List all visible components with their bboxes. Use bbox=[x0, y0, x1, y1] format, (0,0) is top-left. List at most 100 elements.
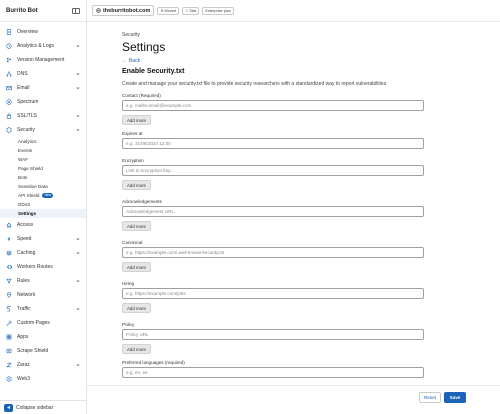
plan-chip[interactable]: Enterprise plan bbox=[202, 6, 234, 15]
sidebar-item-label: Analytics & Logs bbox=[17, 43, 54, 49]
collapse-icon bbox=[4, 403, 13, 412]
arrow-left-icon: ← bbox=[122, 58, 127, 64]
field-label: Hiring bbox=[122, 281, 134, 286]
account-name[interactable]: Burrito Bot bbox=[6, 8, 38, 14]
envelope-icon bbox=[6, 85, 12, 91]
sidebar-item-analytics-logs[interactable]: Analytics & Logs bbox=[0, 39, 86, 53]
sidebar-item-scrape-shield[interactable]: Scrape Shield bbox=[0, 344, 86, 358]
sidebar-item-workers-routes[interactable]: Workers Routes bbox=[0, 260, 86, 274]
sidebar-item-label: Custom Pages bbox=[17, 320, 50, 326]
add-more-button[interactable]: Add more bbox=[122, 221, 151, 231]
sidebar-header: Burrito Bot bbox=[0, 0, 86, 22]
form-actions: Reset Save bbox=[87, 385, 500, 414]
wrench-icon bbox=[6, 320, 12, 326]
sidebar-item-label: Workers Routes bbox=[17, 264, 53, 270]
preferred-languages-required-input[interactable] bbox=[122, 367, 424, 378]
sidebar-item-dns[interactable]: DNS bbox=[0, 67, 86, 81]
page-title: Settings bbox=[122, 40, 166, 54]
save-button[interactable]: Save bbox=[444, 392, 466, 403]
canonical-input[interactable] bbox=[122, 247, 424, 258]
breadcrumb[interactable]: Security bbox=[122, 32, 140, 38]
field-policy: Policy Add more bbox=[122, 322, 426, 354]
sidebar-item-overview[interactable]: Overview bbox=[0, 25, 86, 39]
field-hiring: Hiring Add more bbox=[122, 281, 426, 313]
sidebar-item-speed[interactable]: Speed bbox=[0, 232, 86, 246]
sidebar-subitem-label: Bots bbox=[18, 175, 28, 180]
chevron-down-icon bbox=[76, 115, 80, 117]
sidebar-subitem-events[interactable]: Events bbox=[0, 146, 86, 155]
sidebar-subitem-sensitive-data[interactable]: Sensitive Data bbox=[0, 182, 86, 191]
sidebar-subitem-label: WAF bbox=[18, 157, 29, 162]
chevron-down-icon bbox=[76, 73, 80, 75]
sidebar-item-zaraz[interactable]: Zaraz bbox=[0, 358, 86, 372]
add-more-button[interactable]: Add more bbox=[122, 115, 151, 125]
moved-chip[interactable]: ✕ Moved bbox=[157, 6, 179, 15]
sidebar-item-spectrum[interactable]: Spectrum bbox=[0, 95, 86, 109]
add-more-button[interactable]: Add more bbox=[122, 262, 151, 272]
sidebar-subitem-label: Analytics bbox=[18, 139, 37, 144]
hiring-input[interactable] bbox=[122, 288, 424, 299]
domain-selector[interactable]: theburritobot.com bbox=[92, 5, 155, 16]
sidebar-item-apps[interactable]: Apps bbox=[0, 330, 86, 344]
star-chip[interactable]: ☆ Star bbox=[181, 6, 200, 15]
sidebar-item-label: Email bbox=[17, 85, 30, 91]
sidebar-toggle-icon[interactable] bbox=[72, 7, 80, 14]
field-label: Expires at bbox=[122, 131, 143, 136]
sidebar-subitem-bots[interactable]: Bots bbox=[0, 173, 86, 182]
star-label: Star bbox=[189, 8, 197, 13]
sidebar-item-label: Spectrum bbox=[17, 99, 39, 105]
sidebar-item-label: Speed bbox=[17, 236, 32, 242]
reset-button[interactable]: Reset bbox=[419, 392, 441, 403]
sidebar-subitem-label: API Shield bbox=[18, 193, 40, 198]
policy-input[interactable] bbox=[122, 329, 424, 340]
sidebar-subitem-analytics[interactable]: Analytics bbox=[0, 137, 86, 146]
sidebar-item-access[interactable]: Access bbox=[0, 218, 86, 232]
field-label: Canonical bbox=[122, 240, 143, 245]
sidebar-subitem-api-shield[interactable]: API Shield New bbox=[0, 191, 86, 200]
sidebar-subitem-label: Settings bbox=[18, 211, 37, 216]
sidebar-item-label: SSL/TLS bbox=[17, 113, 38, 119]
pin-icon bbox=[6, 292, 12, 298]
sidebar-subitem-ddos[interactable]: DDoS bbox=[0, 200, 86, 209]
sidebar-item-label: Traffic bbox=[17, 306, 31, 312]
domain-name: theburritobot.com bbox=[103, 7, 151, 14]
collapse-sidebar-label: Collapse sidebar bbox=[16, 404, 54, 411]
field-contact-required: Contact (Required) Add more bbox=[122, 93, 426, 125]
funnel-icon bbox=[6, 278, 12, 284]
sidebar-item-label: Apps bbox=[17, 334, 29, 340]
network-icon bbox=[6, 71, 12, 77]
contact-required-input[interactable] bbox=[122, 100, 424, 111]
sidebar-item-network[interactable]: Network bbox=[0, 288, 86, 302]
sidebar-item-email[interactable]: Email bbox=[0, 81, 86, 95]
sidebar-item-web3[interactable]: Web3 bbox=[0, 372, 86, 386]
access-icon bbox=[6, 222, 12, 228]
add-more-button[interactable]: Add more bbox=[122, 303, 151, 313]
spectrum-icon bbox=[6, 99, 12, 105]
expires-at-input[interactable] bbox=[122, 138, 424, 149]
lock-icon bbox=[6, 113, 12, 119]
sidebar-item-label: Web3 bbox=[17, 376, 30, 382]
sidebar-item-caching[interactable]: Caching bbox=[0, 246, 86, 260]
acknowledgements-input[interactable] bbox=[122, 206, 424, 217]
sidebar-item-ssl-tls[interactable]: SSL/TLS bbox=[0, 109, 86, 123]
route-icon bbox=[6, 306, 12, 312]
chevron-down-icon bbox=[76, 252, 80, 254]
encryption-input[interactable] bbox=[122, 165, 424, 176]
sidebar-item-custom-pages[interactable]: Custom Pages bbox=[0, 316, 86, 330]
add-more-button[interactable]: Add more bbox=[122, 344, 151, 354]
add-more-button[interactable]: Add more bbox=[122, 180, 151, 190]
sidebar-subitem-settings[interactable]: Settings bbox=[0, 209, 86, 218]
sidebar-item-label: Caching bbox=[17, 250, 36, 256]
sidebar-nav: Overview Analytics & Logs Version Manageme… bbox=[0, 22, 86, 386]
collapse-sidebar-button[interactable]: Collapse sidebar bbox=[0, 400, 87, 414]
chevron-down-icon bbox=[76, 45, 80, 47]
sidebar-item-rules[interactable]: Rules bbox=[0, 274, 86, 288]
sidebar-subitem-label: Page Shield bbox=[18, 166, 43, 171]
main-content: Security Settings ← Back Enable Security… bbox=[87, 22, 500, 414]
sidebar-subitem-waf[interactable]: WAF bbox=[0, 155, 86, 164]
sidebar-item-security[interactable]: Security bbox=[0, 123, 86, 137]
sidebar-item-version-management[interactable]: Version Management bbox=[0, 53, 86, 67]
sidebar-subitem-page-shield[interactable]: Page Shield bbox=[0, 164, 86, 173]
back-link[interactable]: ← Back bbox=[122, 58, 140, 64]
sidebar-item-traffic[interactable]: Traffic bbox=[0, 302, 86, 316]
